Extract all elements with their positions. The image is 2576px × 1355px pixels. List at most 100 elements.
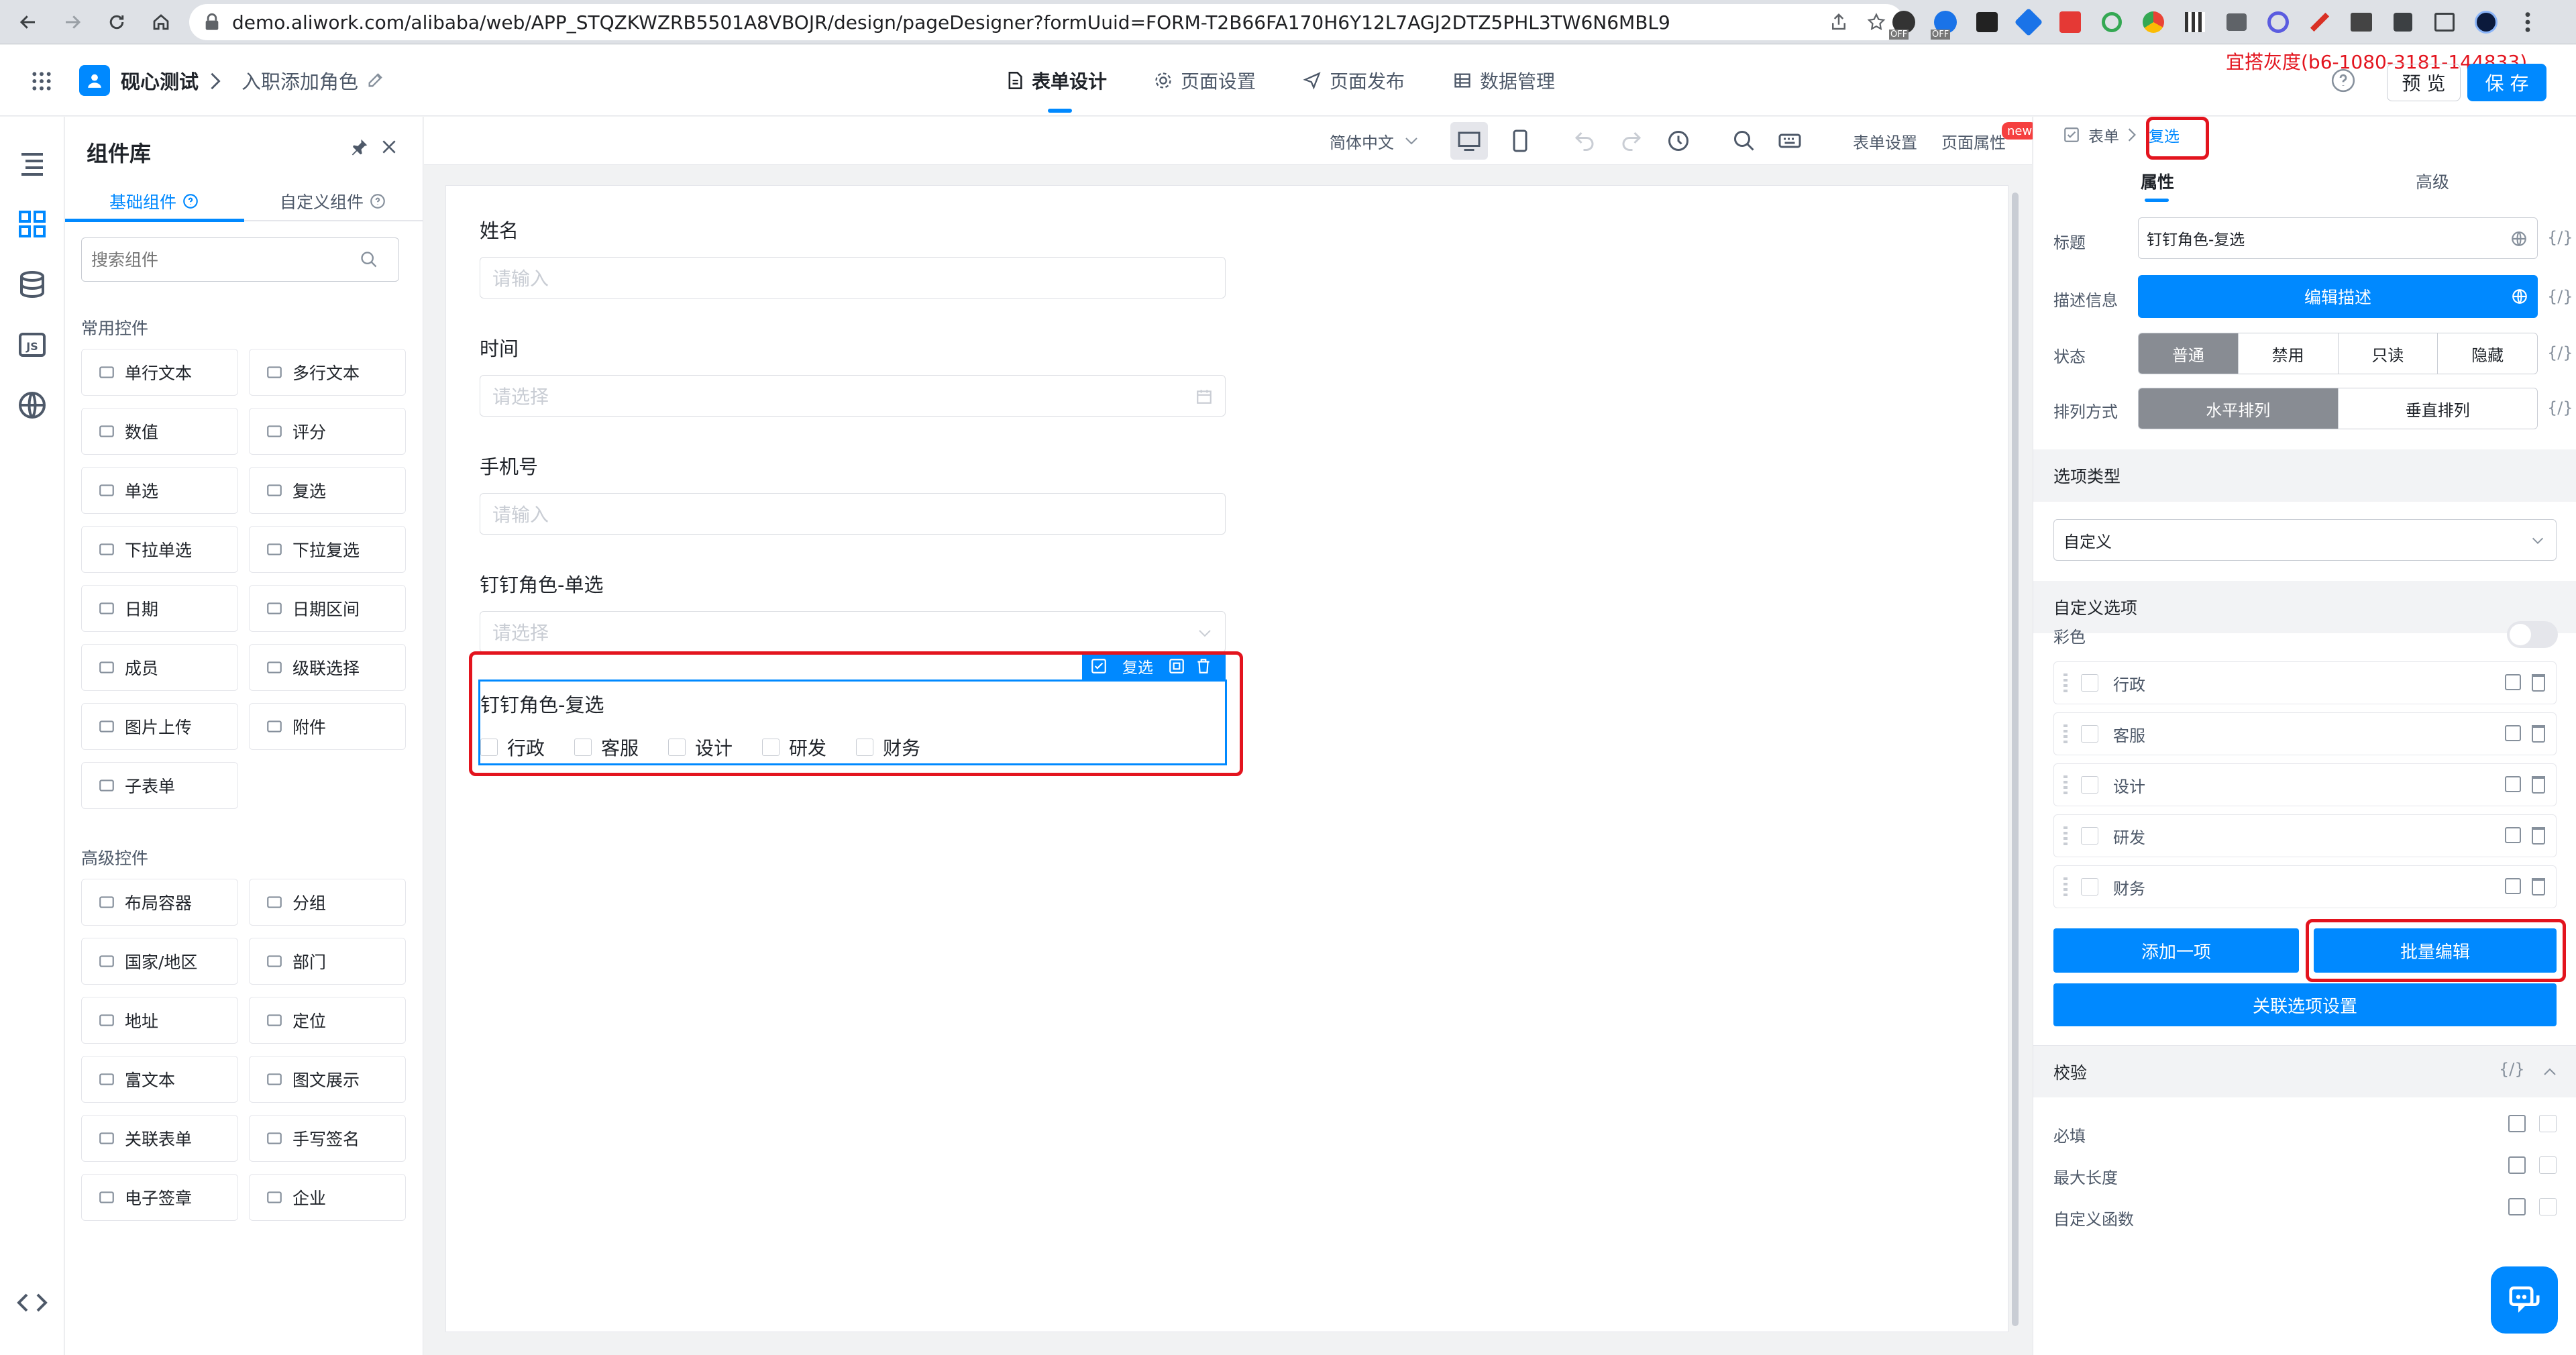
common-component-8[interactable]: 日期 <box>81 585 238 632</box>
layout-option[interactable]: 垂直排列 <box>2339 388 2538 429</box>
option-default-checkbox[interactable] <box>2081 725 2098 743</box>
undo-icon[interactable] <box>1572 129 1597 153</box>
option-default-checkbox[interactable] <box>2081 827 2098 845</box>
advanced-component-2[interactable]: 国家/地区 <box>81 938 238 985</box>
state-option[interactable]: 禁用 <box>2239 333 2339 374</box>
ext-off-icon-1[interactable]: OFF <box>1888 6 1920 40</box>
desc-var-binding[interactable]: {/} <box>2547 287 2573 306</box>
search-icon[interactable] <box>1732 129 1756 153</box>
desktop-icon[interactable] <box>1457 129 1481 153</box>
common-component-3[interactable]: 评分 <box>249 408 406 455</box>
advanced-component-3[interactable]: 部门 <box>249 938 406 985</box>
validation-edit-icon[interactable] <box>2508 1156 2526 1174</box>
pin-icon[interactable] <box>350 137 370 157</box>
app-name[interactable]: 砚心测试 <box>121 66 199 95</box>
name-input[interactable]: 请输入 <box>480 257 1226 299</box>
edit-option-icon[interactable] <box>2505 878 2521 894</box>
option-default-checkbox[interactable] <box>2081 878 2098 896</box>
advanced-component-11[interactable]: 企业 <box>249 1174 406 1221</box>
edit-desc-button[interactable]: 编辑描述 <box>2138 275 2538 318</box>
validation-checkbox[interactable] <box>2539 1156 2557 1174</box>
common-component-14[interactable]: 子表单 <box>81 762 238 809</box>
browser-menu-icon[interactable] <box>2512 6 2544 38</box>
validation-var-binding[interactable]: {/} <box>2499 1060 2525 1079</box>
layout-option[interactable]: 水平排列 <box>2139 388 2339 429</box>
edit-option-icon[interactable] <box>2505 725 2521 741</box>
canvas-scrollbar[interactable] <box>2012 193 2019 1326</box>
component-search[interactable] <box>81 237 399 282</box>
history-icon[interactable] <box>1666 129 1690 153</box>
home-icon[interactable] <box>146 7 176 37</box>
advanced-component-6[interactable]: 富文本 <box>81 1056 238 1103</box>
state-option[interactable]: 隐藏 <box>2438 333 2537 374</box>
link-options-button[interactable]: 关联选项设置 <box>2053 983 2557 1026</box>
tab-basic-components[interactable]: 基础组件 <box>109 189 199 213</box>
globe-icon[interactable] <box>2511 288 2528 305</box>
profile-avatar[interactable] <box>2470 6 2502 38</box>
chevron-up-icon[interactable] <box>2542 1064 2558 1080</box>
save-button[interactable]: 保 存 <box>2467 64 2546 101</box>
advanced-component-9[interactable]: 手写签名 <box>249 1115 406 1162</box>
tab-properties[interactable]: 属性 <box>2141 169 2174 193</box>
delete-option-icon[interactable] <box>2532 725 2545 743</box>
advanced-component-8[interactable]: 关联表单 <box>81 1115 238 1162</box>
color-toggle[interactable] <box>2507 621 2558 648</box>
language-select[interactable]: 简体中文 <box>1330 117 1419 165</box>
advanced-component-7[interactable]: 图文展示 <box>249 1056 406 1103</box>
state-var-binding[interactable]: {/} <box>2547 343 2573 362</box>
validation-edit-icon[interactable] <box>2508 1115 2526 1132</box>
drag-handle-icon[interactable] <box>2063 877 2068 896</box>
advanced-component-1[interactable]: 分组 <box>249 879 406 926</box>
sidebar-toggle-icon[interactable] <box>2428 6 2461 38</box>
option-default-checkbox[interactable] <box>2081 776 2098 794</box>
common-component-0[interactable]: 单行文本 <box>81 349 238 396</box>
state-option[interactable]: 只读 <box>2339 333 2438 374</box>
option-type-select[interactable]: 自定义 <box>2053 519 2557 561</box>
search-icon[interactable] <box>360 250 378 269</box>
breadcrumb-form[interactable]: 表单 <box>2088 123 2119 146</box>
redo-icon[interactable] <box>1619 129 1644 153</box>
ext-fe-icon[interactable] <box>2054 6 2086 38</box>
option-default-checkbox[interactable] <box>2081 674 2098 692</box>
share-icon[interactable] <box>1829 12 1849 32</box>
search-input[interactable] <box>91 250 360 270</box>
common-component-12[interactable]: 图片上传 <box>81 703 238 750</box>
tab-page-publish[interactable]: 页面发布 <box>1303 45 1405 116</box>
ext-dark-icon[interactable] <box>2345 6 2377 38</box>
delete-option-icon[interactable] <box>2532 674 2545 692</box>
ext-pen-icon[interactable] <box>2304 6 2336 38</box>
add-item-button[interactable]: 添加一项 <box>2053 928 2299 973</box>
forward-icon[interactable] <box>58 7 87 37</box>
common-component-2[interactable]: 数值 <box>81 408 238 455</box>
help-icon[interactable] <box>2330 68 2356 93</box>
common-component-11[interactable]: 级联选择 <box>249 644 406 691</box>
ext-qr-icon[interactable] <box>2179 6 2211 38</box>
common-component-10[interactable]: 成员 <box>81 644 238 691</box>
common-component-7[interactable]: 下拉复选 <box>249 526 406 573</box>
common-component-13[interactable]: 附件 <box>249 703 406 750</box>
advanced-component-4[interactable]: 地址 <box>81 997 238 1044</box>
page-props-link[interactable]: 页面属性 <box>1941 117 2006 165</box>
ext-off-icon-2[interactable]: OFF <box>1929 6 1962 40</box>
edit-option-icon[interactable] <box>2505 674 2521 690</box>
drag-handle-icon[interactable] <box>2063 724 2068 743</box>
advanced-component-10[interactable]: 电子签章 <box>81 1174 238 1221</box>
tab-custom-components[interactable]: 自定义组件 <box>280 189 386 213</box>
drag-handle-icon[interactable] <box>2063 673 2068 692</box>
drag-handle-icon[interactable] <box>2063 826 2068 845</box>
outline-tree-icon[interactable] <box>16 148 48 180</box>
title-input[interactable]: 钉钉角色-复选 <box>2138 217 2538 259</box>
edit-option-icon[interactable] <box>2505 827 2521 843</box>
validation-checkbox[interactable] <box>2539 1198 2557 1215</box>
delete-option-icon[interactable] <box>2532 776 2545 794</box>
advanced-component-5[interactable]: 定位 <box>249 997 406 1044</box>
validation-checkbox[interactable] <box>2539 1115 2557 1132</box>
tab-page-settings[interactable]: 页面设置 <box>1154 45 1256 116</box>
common-component-4[interactable]: 单选 <box>81 467 238 514</box>
code-brackets-icon[interactable] <box>16 1287 48 1319</box>
delete-option-icon[interactable] <box>2532 878 2545 896</box>
drag-handle-icon[interactable] <box>2063 775 2068 794</box>
common-component-9[interactable]: 日期区间 <box>249 585 406 632</box>
ext-layers-icon[interactable] <box>2012 6 2045 38</box>
globe-icon[interactable] <box>16 389 48 421</box>
